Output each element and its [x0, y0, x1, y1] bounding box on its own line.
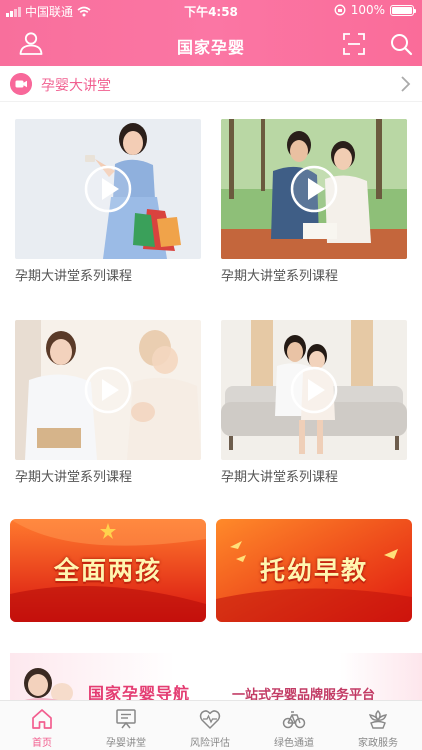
nav-bar: 国家孕婴: [0, 22, 422, 66]
course-thumbnail[interactable]: [221, 320, 407, 460]
tab-lecture[interactable]: 孕婴讲堂: [84, 701, 168, 750]
course-thumbnail[interactable]: [221, 119, 407, 259]
banner-title: 全面两孩: [53, 556, 162, 585]
tab-label: 绿色通道: [274, 738, 314, 749]
tab-home[interactable]: 首页: [0, 701, 84, 750]
banner-early-education[interactable]: 托幼早教: [216, 519, 412, 622]
video-camera-icon: [10, 73, 32, 95]
battery-percent: 100%: [350, 3, 385, 17]
course-title: 孕期大讲堂系列课程: [15, 470, 133, 485]
rotation-lock-icon: [334, 4, 346, 16]
section-header-lecture[interactable]: 孕婴大讲堂: [0, 66, 422, 102]
mother-baby-image: [16, 668, 73, 703]
course-title: 孕期大讲堂系列课程: [221, 470, 339, 485]
course-title: 孕期大讲堂系列课程: [15, 269, 133, 284]
tab-label: 孕婴讲堂: [106, 738, 146, 749]
play-icon[interactable]: [289, 164, 339, 214]
search-icon[interactable]: [389, 32, 413, 56]
tab-risk[interactable]: 风险评估: [168, 701, 252, 750]
tab-housekeeping[interactable]: 家政服务: [336, 701, 420, 750]
heart-pulse-icon: [199, 710, 221, 729]
banner-two-child[interactable]: 全面两孩: [10, 519, 206, 622]
play-icon[interactable]: [83, 365, 133, 415]
app-screen: 中国联通 下午4:58 100% 国家孕婴 孕婴大讲堂 孕期大讲堂系列课程 孕期…: [0, 0, 422, 750]
status-right: 100%: [334, 3, 416, 17]
play-icon[interactable]: [83, 164, 133, 214]
bicycle-icon: [282, 711, 306, 729]
ad-banner[interactable]: 国家孕婴导航 一站式孕婴品牌服务平台: [10, 653, 422, 703]
lecture-icon: [116, 709, 136, 729]
course-thumbnail[interactable]: [15, 320, 201, 460]
home-icon: [32, 709, 52, 729]
app-header: 中国联通 下午4:58 100% 国家孕婴: [0, 0, 422, 66]
battery-icon: [390, 4, 416, 16]
scan-icon[interactable]: [343, 33, 365, 55]
play-icon[interactable]: [289, 365, 339, 415]
tab-bar: 首页 孕婴讲堂 风险评估 绿色通道 家政服务: [0, 700, 422, 750]
section-title: 孕婴大讲堂: [41, 78, 111, 94]
tab-label: 首页: [32, 738, 52, 749]
course-thumbnail[interactable]: [15, 119, 201, 259]
tab-label: 家政服务: [358, 738, 398, 749]
status-bar: 中国联通 下午4:58 100%: [0, 0, 422, 22]
tab-green-channel[interactable]: 绿色通道: [252, 701, 336, 750]
banner-title: 托幼早教: [259, 556, 368, 585]
course-title: 孕期大讲堂系列课程: [221, 269, 339, 284]
tab-label: 风险评估: [190, 738, 230, 749]
flower-icon: [368, 710, 388, 729]
chevron-right-icon[interactable]: [398, 75, 412, 93]
